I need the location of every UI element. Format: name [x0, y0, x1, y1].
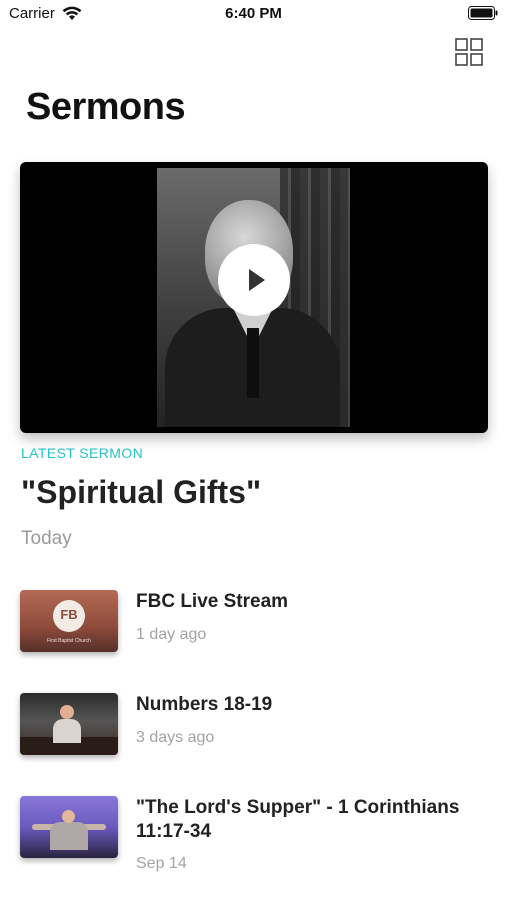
page-title: Sermons	[26, 86, 186, 128]
sermon-title: "The Lord's Supper" - 1 Corinthians 11:1…	[136, 797, 460, 842]
church-logo: FB	[53, 600, 85, 632]
sermon-list-item[interactable]: Numbers 18-19 3 days ago	[0, 693, 507, 773]
sermon-thumbnail: FB First Baptist Church	[20, 590, 118, 652]
sermon-date: Sep 14	[136, 855, 187, 872]
sermon-date: 3 days ago	[136, 729, 215, 746]
sermon-thumbnail	[20, 693, 118, 755]
thumbnail-caption: First Baptist Church	[47, 638, 91, 644]
status-bar: Carrier 6:40 PM	[0, 0, 507, 30]
play-button[interactable]	[218, 244, 290, 316]
sermon-date: 1 day ago	[136, 626, 207, 643]
latest-sermon-title[interactable]: "Spiritual Gifts"	[21, 474, 261, 511]
latest-sermon-label: LATEST SERMON	[21, 445, 144, 461]
battery-icon	[468, 6, 498, 20]
sermon-title: Numbers 18-19	[136, 694, 273, 715]
grid-icon[interactable]	[455, 38, 483, 66]
sermon-thumbnail	[20, 796, 118, 858]
play-icon	[249, 269, 265, 291]
sermon-title: FBC Live Stream	[136, 591, 289, 612]
sermon-list-item[interactable]: FB First Baptist Church FBC Live Stream …	[0, 590, 507, 670]
latest-sermon-video[interactable]	[20, 162, 488, 433]
clock: 6:40 PM	[225, 5, 282, 22]
latest-sermon-date: Today	[21, 528, 72, 549]
sermon-list-item[interactable]: "The Lord's Supper" - 1 Corinthians 11:1…	[0, 796, 507, 876]
